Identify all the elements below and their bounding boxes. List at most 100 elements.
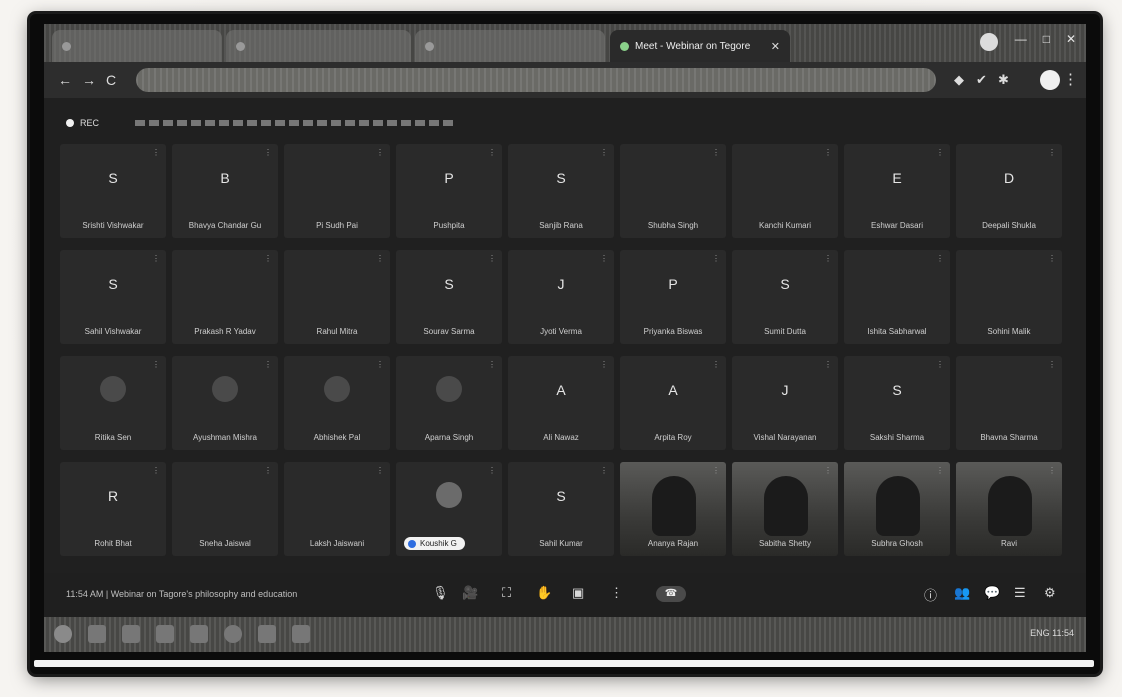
taskbar-app-icon[interactable] [156, 625, 174, 643]
profile-icon[interactable] [980, 33, 998, 51]
reload-icon[interactable]: C [106, 72, 116, 88]
participant-tile[interactable]: ⋮ P Priyanka Biswas [620, 250, 726, 344]
participant-tile[interactable]: ⋮ Koushik G [396, 462, 502, 556]
forward-icon[interactable]: → [82, 72, 96, 88]
mic-icon[interactable]: 🎙 [432, 585, 449, 601]
extension-puzzle-icon[interactable]: ✱ [998, 72, 1009, 88]
tile-menu-icon[interactable]: ⋮ [936, 148, 944, 157]
taskbar-app-icon[interactable] [258, 625, 276, 643]
present-icon[interactable]: ▣ [572, 585, 584, 601]
participant-tile[interactable]: ⋮ J Jyoti Verma [508, 250, 614, 344]
participant-tile[interactable]: ⋮ S Sanjib Rana [508, 144, 614, 238]
participant-tile[interactable]: ⋮ Prakash R Yadav [172, 250, 278, 344]
tile-menu-icon[interactable]: ⋮ [488, 254, 496, 263]
more-options-icon[interactable]: ⋮ [610, 585, 623, 601]
tile-menu-icon[interactable]: ⋮ [936, 254, 944, 263]
tile-menu-icon[interactable]: ⋮ [1048, 360, 1056, 369]
participant-tile[interactable]: ⋮ Aparna Singh [396, 356, 502, 450]
participant-tile[interactable]: ⋮ Bhavna Sharma [956, 356, 1062, 450]
participant-tile[interactable]: ⋮ S Sahil Kumar [508, 462, 614, 556]
browser-menu-icon[interactable]: ⋮ [1063, 70, 1078, 88]
tile-menu-icon[interactable]: ⋮ [936, 466, 944, 475]
chat-icon[interactable]: 💬 [984, 585, 1000, 601]
participant-tile[interactable]: ⋮ Kanchi Kumari [732, 144, 838, 238]
tile-menu-icon[interactable]: ⋮ [600, 148, 608, 157]
tile-menu-icon[interactable]: ⋮ [376, 254, 384, 263]
tab[interactable] [226, 30, 411, 62]
tile-menu-icon[interactable]: ⋮ [488, 466, 496, 475]
participant-tile[interactable]: ⋮ Rahul Mitra [284, 250, 390, 344]
participant-tile[interactable]: ⋮ Sabitha Shetty [732, 462, 838, 556]
extension-icon[interactable]: ✔ [976, 72, 987, 88]
tile-menu-icon[interactable]: ⋮ [600, 254, 608, 263]
tab[interactable] [52, 30, 222, 62]
participant-tile[interactable]: ⋮ Ritika Sen [60, 356, 166, 450]
participant-tile[interactable]: ⋮ P Pushpita [396, 144, 502, 238]
hang-up-button[interactable]: ☎ [656, 586, 686, 602]
participant-tile[interactable]: ⋮ Abhishek Pal [284, 356, 390, 450]
tile-menu-icon[interactable]: ⋮ [488, 148, 496, 157]
tile-menu-icon[interactable]: ⋮ [824, 360, 832, 369]
extension-icon[interactable]: ◆ [954, 72, 964, 88]
tile-menu-icon[interactable]: ⋮ [264, 360, 272, 369]
tile-menu-icon[interactable]: ⋮ [1048, 148, 1056, 157]
participant-tile[interactable]: ⋮ Pi Sudh Pai [284, 144, 390, 238]
settings-icon[interactable]: ⚙ [1044, 585, 1056, 601]
taskbar-app-icon[interactable] [190, 625, 208, 643]
participant-tile[interactable]: ⋮ Subhra Ghosh [844, 462, 950, 556]
tile-menu-icon[interactable]: ⋮ [152, 360, 160, 369]
info-icon[interactable]: ⓘ [924, 585, 937, 604]
tile-menu-icon[interactable]: ⋮ [824, 466, 832, 475]
tile-menu-icon[interactable]: ⋮ [824, 254, 832, 263]
tile-menu-icon[interactable]: ⋮ [712, 148, 720, 157]
close-window-icon[interactable]: ✕ [1066, 32, 1076, 46]
participant-tile[interactable]: ⋮ Ishita Sabharwal [844, 250, 950, 344]
participant-tile[interactable]: ⋮ Ayushman Mishra [172, 356, 278, 450]
tile-menu-icon[interactable]: ⋮ [712, 254, 720, 263]
tile-menu-icon[interactable]: ⋮ [824, 148, 832, 157]
participant-tile[interactable]: ⋮ Laksh Jaiswani [284, 462, 390, 556]
tab-meet-active[interactable]: Meet - Webinar on Tegore ✕ [610, 30, 790, 62]
participant-tile[interactable]: ⋮ S Srishti Vishwakar [60, 144, 166, 238]
maximize-icon[interactable]: □ [1043, 32, 1050, 46]
participant-tile[interactable]: ⋮ Ravi [956, 462, 1062, 556]
camera-icon[interactable]: 🎥 [462, 585, 478, 601]
back-icon[interactable]: ← [58, 72, 72, 88]
participant-tile[interactable]: ⋮ R Rohit Bhat [60, 462, 166, 556]
tile-menu-icon[interactable]: ⋮ [712, 360, 720, 369]
tile-menu-icon[interactable]: ⋮ [488, 360, 496, 369]
raise-hand-icon[interactable]: ✋ [536, 585, 552, 601]
taskbar-app-icon[interactable] [88, 625, 106, 643]
participant-tile[interactable]: ⋮ A Ali Nawaz [508, 356, 614, 450]
captions-icon[interactable]: ⛶ [502, 585, 511, 601]
participant-tile[interactable]: ⋮ D Deepali Shukla [956, 144, 1062, 238]
tile-menu-icon[interactable]: ⋮ [152, 148, 160, 157]
participant-tile[interactable]: ⋮ S Sumit Dutta [732, 250, 838, 344]
participant-tile[interactable]: ⋮ Shubha Singh [620, 144, 726, 238]
participant-tile[interactable]: ⋮ Ananya Rajan [620, 462, 726, 556]
activities-icon[interactable]: ☰ [1014, 585, 1026, 601]
participant-tile[interactable]: ⋮ S Sakshi Sharma [844, 356, 950, 450]
tile-menu-icon[interactable]: ⋮ [1048, 466, 1056, 475]
tab-close-icon[interactable]: ✕ [771, 40, 780, 53]
address-bar[interactable] [136, 68, 936, 92]
tab[interactable] [415, 30, 605, 62]
tile-menu-icon[interactable]: ⋮ [600, 466, 608, 475]
tile-menu-icon[interactable]: ⋮ [376, 466, 384, 475]
tile-menu-icon[interactable]: ⋮ [264, 466, 272, 475]
tile-menu-icon[interactable]: ⋮ [376, 360, 384, 369]
tile-menu-icon[interactable]: ⋮ [264, 254, 272, 263]
participant-tile[interactable]: ⋮ Sohini Malik [956, 250, 1062, 344]
participant-tile[interactable]: ⋮ S Sourav Sarma [396, 250, 502, 344]
tile-menu-icon[interactable]: ⋮ [376, 148, 384, 157]
participant-tile[interactable]: ⋮ J Vishal Narayanan [732, 356, 838, 450]
tile-menu-icon[interactable]: ⋮ [152, 466, 160, 475]
avatar[interactable] [1040, 70, 1060, 90]
taskbar-app-icon[interactable] [292, 625, 310, 643]
participant-tile[interactable]: ⋮ E Eshwar Dasari [844, 144, 950, 238]
tile-menu-icon[interactable]: ⋮ [152, 254, 160, 263]
people-icon[interactable]: 👥 [954, 585, 970, 601]
tile-menu-icon[interactable]: ⋮ [264, 148, 272, 157]
tile-menu-icon[interactable]: ⋮ [936, 360, 944, 369]
start-icon[interactable] [54, 625, 72, 643]
